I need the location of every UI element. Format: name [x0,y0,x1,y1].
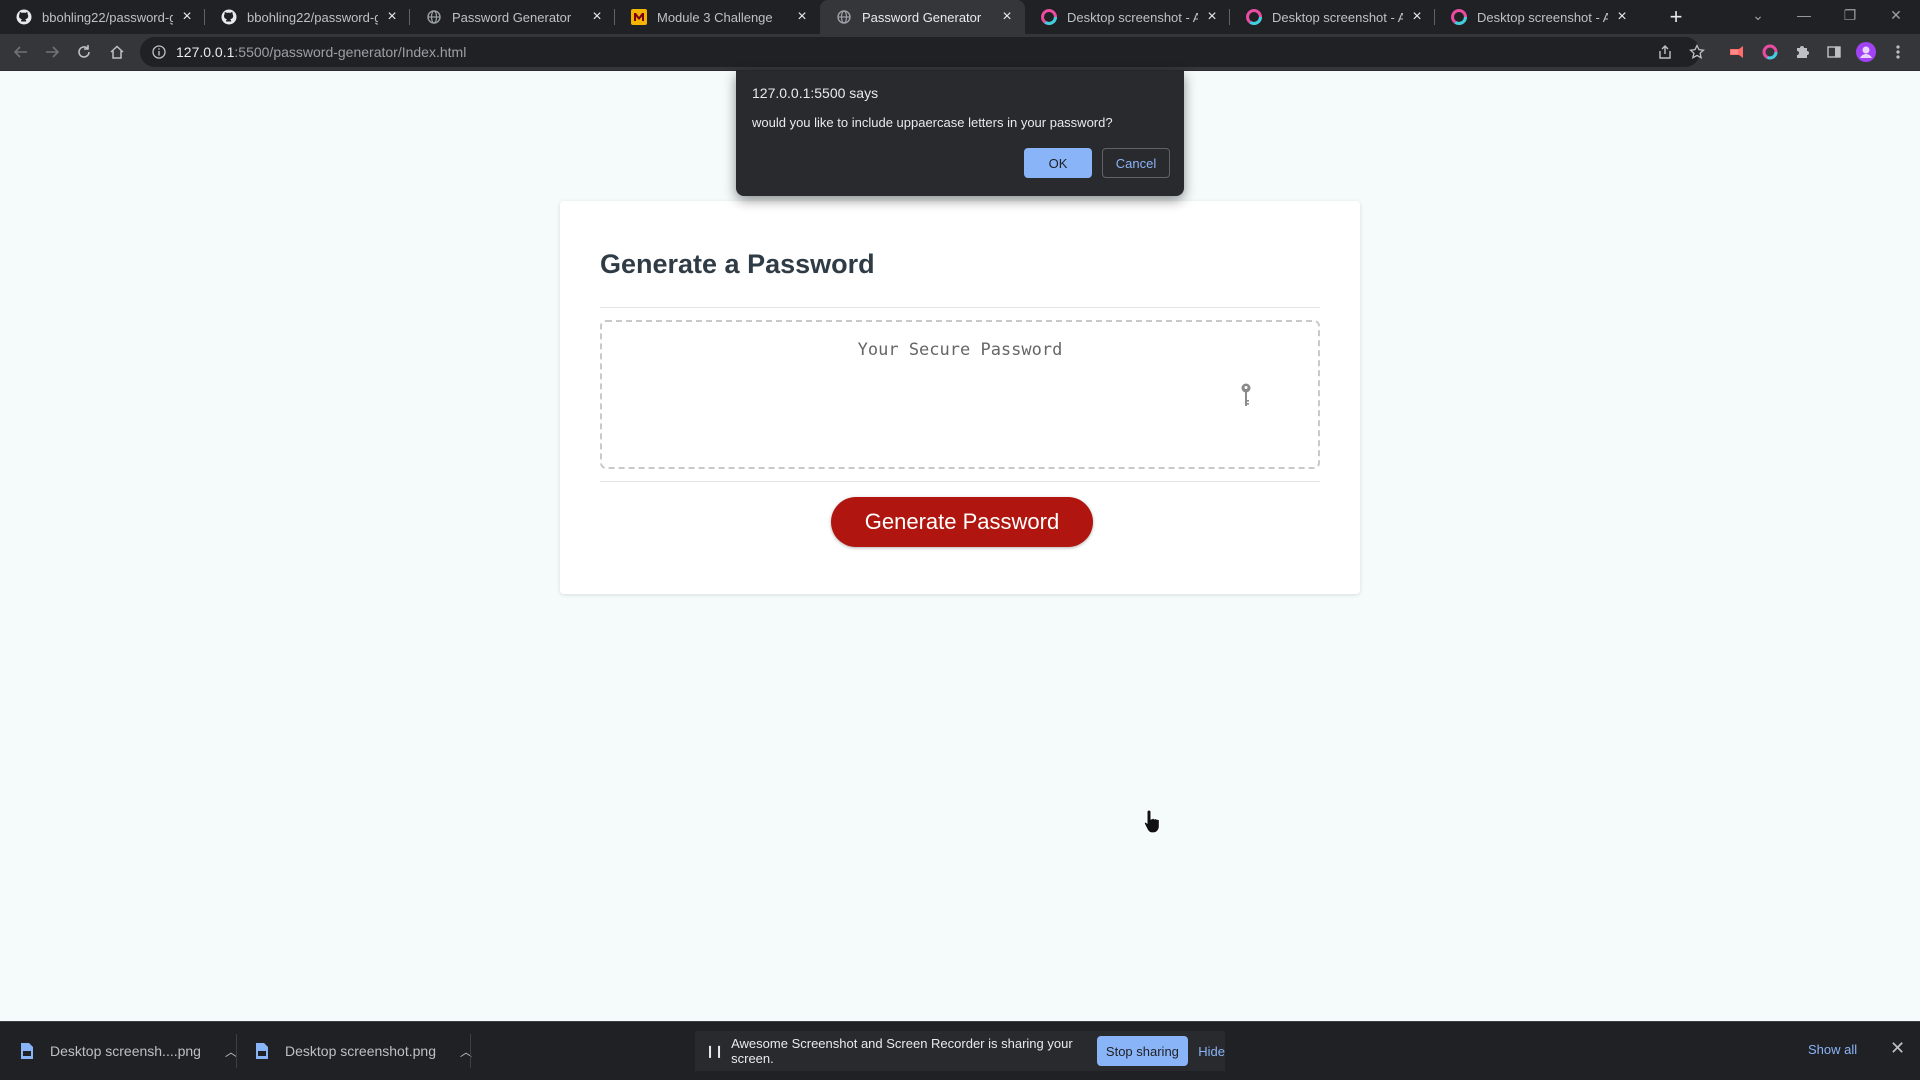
download-separator [470,1034,471,1068]
extensions-puzzle-icon[interactable] [1791,41,1813,63]
generate-password-button[interactable]: Generate Password [831,497,1093,547]
tab-module-3-challenge[interactable]: Module 3 Challenge × [615,0,820,34]
password-placeholder: Your Secure Password [857,340,1063,360]
browser-toolbar: 127.0.0.1:5500/password-generator/Index.… [0,34,1920,71]
download-item-2[interactable]: Desktop screenshot.png ︿ [255,1022,472,1080]
download-shelf: Desktop screensh....png ︿ Desktop screen… [0,1021,1920,1080]
globe-icon [426,9,442,25]
password-card: Generate a Password Your Secure Password… [560,201,1360,594]
forward-button[interactable] [38,38,66,66]
close-tab-icon[interactable]: × [384,9,400,25]
tab-awesome-screenshot-2[interactable]: Desktop screenshot - Awe × [1230,0,1435,34]
alert-message: would you like to include uppaercase let… [752,115,1113,130]
download-separator [236,1034,237,1068]
download-item-1[interactable]: Desktop screensh....png ︿ [20,1022,237,1080]
tab-github-2[interactable]: bbohling22/password-gen × [205,0,410,34]
alert-origin: 127.0.0.1:5500 says [752,85,879,101]
card-divider-top [600,307,1320,308]
tab-title: Desktop screenshot - Awe [1067,9,1198,25]
close-tab-icon[interactable]: × [794,9,810,25]
awesome-screenshot-icon [1246,9,1262,25]
back-button[interactable] [7,38,35,66]
url-path: :5500/password-generator/Index.html [234,44,467,60]
file-icon [21,1043,33,1059]
github-icon [221,9,237,25]
hand-cursor-icon [1143,809,1160,834]
alert-ok-button[interactable]: OK [1024,148,1092,178]
tab-strip: bbohling22/password-gen × bbohling22/pas… [0,0,1920,34]
tab-github-1[interactable]: bbohling22/password-gen × [0,0,205,34]
side-panel-icon[interactable] [1823,41,1845,63]
close-tab-icon[interactable]: × [589,9,605,25]
alert-cancel-button[interactable]: Cancel [1102,148,1170,178]
reload-button[interactable] [70,38,98,66]
new-tab-button[interactable]: + [1663,4,1689,29]
awesome-screenshot-icon [1451,9,1467,25]
download-filename: Desktop screenshot.png [285,1043,436,1059]
tab-password-generator-active[interactable]: Password Generator × [820,0,1025,34]
back-arrow-icon [13,46,27,58]
tab-awesome-screenshot-1[interactable]: Desktop screenshot - Awe × [1025,0,1230,34]
tab-search-icon[interactable]: ⌄ [1736,0,1780,30]
screencastify-extension-icon[interactable] [1727,41,1749,63]
tab-title: bbohling22/password-gen [42,9,173,25]
js-alert-dialog: 127.0.0.1:5500 says would you like to in… [736,71,1184,196]
tab-title: Password Generator [862,9,982,25]
forward-arrow-icon [46,46,60,58]
profile-avatar[interactable] [1855,41,1877,63]
tab-title: Password Generator [452,9,572,25]
stop-sharing-button[interactable]: Stop sharing [1096,1036,1189,1066]
address-bar[interactable]: 127.0.0.1:5500/password-generator/Index.… [140,37,1700,67]
screen-sharing-bar: ❙❙ Awesome Screenshot and Screen Recorde… [695,1031,1225,1071]
home-button[interactable] [103,38,131,66]
site-info-icon[interactable] [152,45,166,59]
file-icon [256,1043,268,1059]
tab-title: Desktop screenshot - Awe [1272,9,1403,25]
tab-title: Module 3 Challenge [657,9,773,25]
page-viewport: Generate a Password Your Secure Password… [0,71,1920,1021]
close-shelf-icon[interactable]: ✕ [1890,1038,1905,1059]
home-icon [110,45,124,59]
minimize-button[interactable]: — [1782,0,1826,30]
close-tab-icon[interactable]: × [999,9,1015,25]
sharing-message: Awesome Screenshot and Screen Recorder i… [731,1036,1073,1066]
pause-icon: ❙❙ [705,1044,724,1058]
close-tab-icon[interactable]: × [1409,9,1425,25]
tab-title: bbohling22/password-gen [247,9,378,25]
canvas-m-icon [631,9,647,25]
card-title: Generate a Password [600,249,875,279]
awesome-screenshot-icon [1041,9,1057,25]
close-tab-icon[interactable]: × [179,9,195,25]
globe-icon [836,9,852,25]
url-text: 127.0.0.1:5500/password-generator/Index.… [176,44,466,60]
download-filename: Desktop screensh....png [50,1043,201,1059]
close-tab-icon[interactable]: × [1204,9,1220,25]
bookmark-star-icon[interactable] [1686,41,1708,63]
close-tab-icon[interactable]: × [1614,9,1630,25]
github-icon [16,9,32,25]
url-host: 127.0.0.1 [176,44,235,60]
show-all-downloads-button[interactable]: Show all [1808,1042,1857,1057]
card-divider-bottom [600,481,1320,482]
key-icon [1241,383,1251,406]
awesome-screenshot-extension-icon[interactable] [1759,41,1781,63]
tab-password-generator-1[interactable]: Password Generator × [410,0,615,34]
share-icon[interactable] [1654,41,1676,63]
hide-sharing-bar-button[interactable]: Hide [1198,1044,1225,1059]
tab-title: Desktop screenshot - Awe [1477,9,1608,25]
browser-menu-icon[interactable] [1887,41,1909,63]
password-textarea[interactable]: Your Secure Password [600,320,1320,469]
maximize-button[interactable]: ❐ [1828,0,1872,30]
tab-awesome-screenshot-3[interactable]: Desktop screenshot - Awe × [1435,0,1640,34]
reload-icon [78,45,90,58]
close-window-button[interactable]: ✕ [1874,0,1918,30]
